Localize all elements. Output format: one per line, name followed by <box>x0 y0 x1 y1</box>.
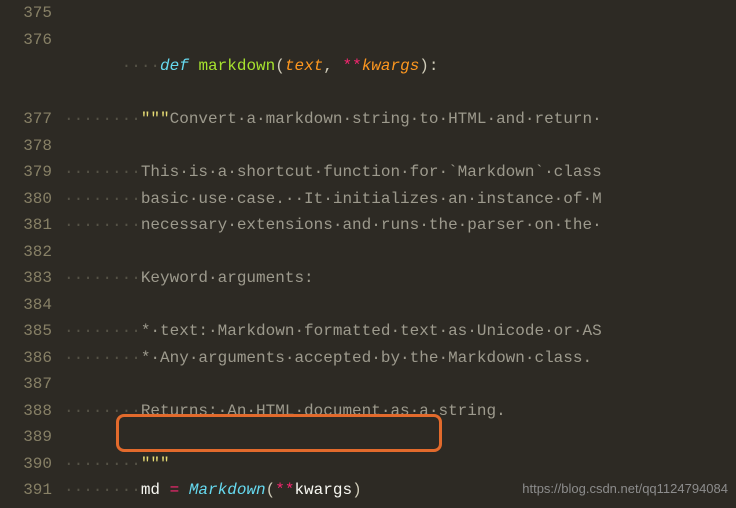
line-number: 376 <box>0 27 64 107</box>
line-number: 388 <box>0 398 64 425</box>
line-number: 382 <box>0 239 64 266</box>
line-number: 381 <box>0 212 64 239</box>
code-line: 378 <box>0 133 736 160</box>
code-line: 380 ········basic·use·case.··It·initiali… <box>0 186 736 213</box>
code-line: 383 ········Keyword·arguments: <box>0 265 736 292</box>
line-number: 389 <box>0 424 64 451</box>
code-line: 376 ····def markdown(text, **kwargs): <box>0 27 736 107</box>
line-number: 385 <box>0 318 64 345</box>
code-line-highlighted: 392 ········return md.convert(text) <box>0 504 736 508</box>
code-line: 382 <box>0 239 736 266</box>
code-line: 385 ········*·text:·Markdown·formatted·t… <box>0 318 736 345</box>
line-number: 379 <box>0 159 64 186</box>
code-line: 390 ········""" <box>0 451 736 478</box>
code-editor[interactable]: 375 376 ····def markdown(text, **kwargs)… <box>0 0 736 508</box>
line-number: 386 <box>0 345 64 372</box>
code-line: 379 ········This·is·a·shortcut·function·… <box>0 159 736 186</box>
code-line: 384 <box>0 292 736 319</box>
code-line: 386 ········*·Any·arguments·accepted·by·… <box>0 345 736 372</box>
line-number: 375 <box>0 0 64 27</box>
line-number: 383 <box>0 265 64 292</box>
line-number: 380 <box>0 186 64 213</box>
line-number: 390 <box>0 451 64 478</box>
line-number: 384 <box>0 292 64 319</box>
line-number: 377 <box>0 106 64 133</box>
watermark-text: https://blog.csdn.net/qq1124794084 <box>522 476 728 503</box>
code-line: 387 <box>0 371 736 398</box>
code-line: 389 <box>0 424 736 451</box>
code-line: 381 ········necessary·extensions·and·run… <box>0 212 736 239</box>
code-line: 377 ········"""Convert·a·markdown·string… <box>0 106 736 133</box>
line-number: 391 <box>0 477 64 504</box>
code-line: 388 ········Returns:·An·HTML·document·as… <box>0 398 736 425</box>
line-number: 378 <box>0 133 64 160</box>
line-number: 387 <box>0 371 64 398</box>
code-line: 375 <box>0 0 736 27</box>
line-number: 392 <box>0 504 64 508</box>
